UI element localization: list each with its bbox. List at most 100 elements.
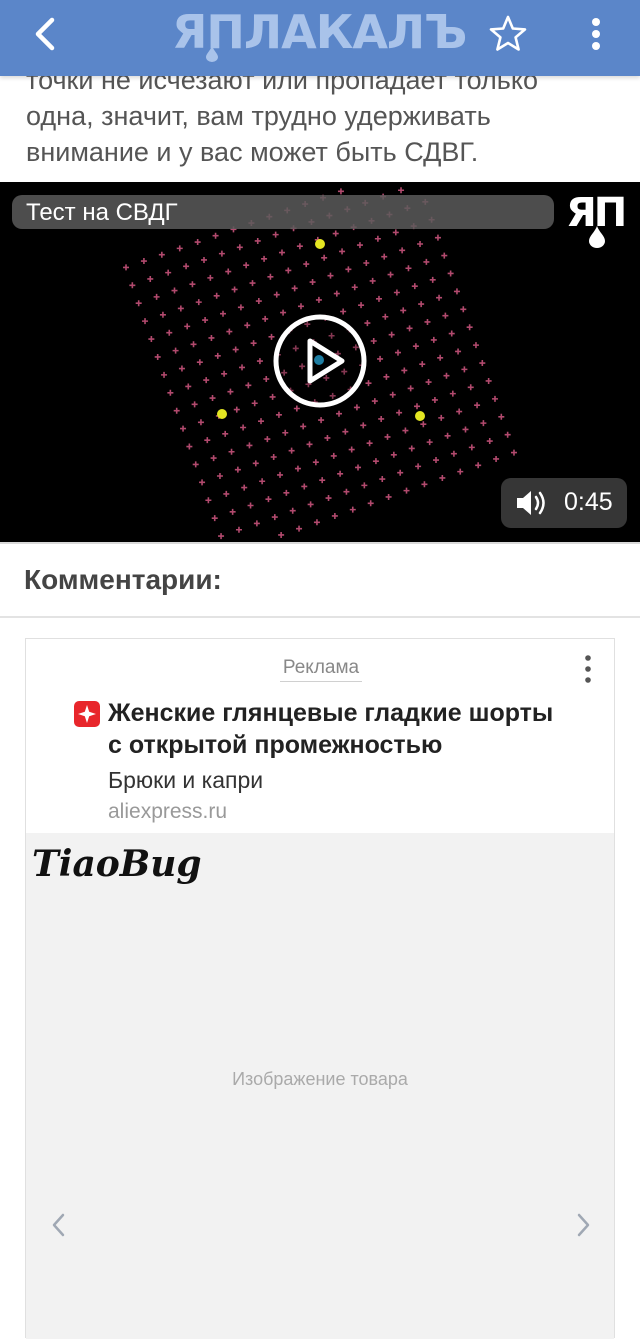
- grid-cross: [300, 423, 307, 430]
- grid-cross: [361, 482, 368, 489]
- grid-cross: [213, 292, 220, 299]
- grid-cross: [254, 237, 261, 244]
- grid-cross: [252, 460, 259, 467]
- grid-cross: [184, 323, 191, 330]
- video-player[interactable]: Тест на СВДГ ЯП 0:45: [0, 182, 640, 542]
- grid-cross: [240, 424, 247, 431]
- grid-cross: [247, 502, 254, 509]
- grid-cross: [447, 270, 454, 277]
- grid-cross: [397, 469, 404, 476]
- grid-cross: [460, 306, 467, 313]
- ad-domain[interactable]: aliexpress.ru: [108, 800, 227, 824]
- grid-cross: [190, 341, 197, 348]
- grid-cross: [472, 342, 479, 349]
- grid-cross: [253, 520, 260, 527]
- grid-cross: [375, 295, 382, 302]
- grid-cross: [244, 322, 251, 329]
- grid-cross: [389, 391, 396, 398]
- ad-image[interactable]: TiaoBug Изображение товара: [26, 833, 614, 1339]
- grid-cross: [218, 533, 225, 540]
- grid-cross: [318, 417, 325, 424]
- target-dot: [415, 411, 425, 421]
- grid-cross: [415, 463, 422, 470]
- grid-cross: [166, 329, 173, 336]
- chevron-left-icon[interactable]: [48, 1211, 70, 1239]
- grid-cross: [412, 343, 419, 350]
- ad-title[interactable]: Женские глянцевые гладкие шорты с открыт…: [108, 697, 598, 761]
- divider: [0, 616, 640, 618]
- grid-cross: [437, 354, 444, 361]
- ad-label: Реклама: [282, 657, 360, 678]
- grid-cross: [203, 377, 210, 384]
- grid-cross: [383, 373, 390, 380]
- grid-cross: [306, 441, 313, 448]
- grid-cross: [273, 291, 280, 298]
- grid-cross: [417, 240, 424, 247]
- grid-cross: [176, 245, 183, 252]
- grid-cross: [336, 410, 343, 417]
- grid-cross: [243, 262, 250, 269]
- grid-cross: [202, 317, 209, 324]
- grid-cross: [171, 287, 178, 294]
- grid-cross: [369, 277, 376, 284]
- grid-cross: [475, 462, 482, 469]
- grid-cross: [396, 409, 403, 416]
- grid-cross: [235, 526, 242, 533]
- grid-cross: [142, 318, 149, 325]
- grid-cross: [377, 355, 384, 362]
- grid-cross: [277, 471, 284, 478]
- grid-cross: [165, 269, 172, 276]
- grid-cross: [444, 432, 451, 439]
- grid-cross: [185, 383, 192, 390]
- grid-cross: [332, 230, 339, 237]
- grid-cross: [355, 464, 362, 471]
- grid-cross: [123, 264, 130, 271]
- grid-cross: [443, 372, 450, 379]
- grid-cross: [186, 443, 193, 450]
- grid-cross: [436, 294, 443, 301]
- grid-cross: [315, 296, 322, 303]
- favorite-button[interactable]: [486, 12, 530, 56]
- ad-category: Брюки и капри: [108, 767, 264, 793]
- grid-cross: [468, 444, 475, 451]
- grid-cross: [390, 451, 397, 458]
- grid-cross: [438, 414, 445, 421]
- volume-icon[interactable]: [515, 489, 549, 517]
- grid-cross: [510, 449, 517, 456]
- grid-cross: [407, 385, 414, 392]
- more-options-button[interactable]: [580, 10, 612, 58]
- grid-cross: [282, 429, 289, 436]
- grid-cross: [288, 447, 295, 454]
- grid-cross: [264, 436, 271, 443]
- grid-cross: [301, 483, 308, 490]
- ad-menu-button[interactable]: [580, 653, 596, 685]
- grid-cross: [348, 446, 355, 453]
- grid-cross: [331, 512, 338, 519]
- grid-cross: [211, 515, 218, 522]
- grid-cross: [221, 370, 228, 377]
- grid-cross: [419, 361, 426, 368]
- back-button[interactable]: [22, 10, 70, 58]
- grid-cross: [209, 395, 216, 402]
- video-duration: 0:45: [564, 488, 613, 516]
- article-line: внимание и у вас может быть СДВГ.: [26, 137, 479, 167]
- grid-cross: [467, 384, 474, 391]
- chevron-right-icon[interactable]: [572, 1211, 594, 1239]
- play-icon[interactable]: [272, 313, 368, 409]
- grid-cross: [183, 263, 190, 270]
- grid-cross: [167, 389, 174, 396]
- grid-cross: [327, 272, 334, 279]
- grid-cross: [258, 418, 265, 425]
- grid-cross: [313, 519, 320, 526]
- grid-cross: [251, 400, 258, 407]
- ad-card[interactable]: Реклама Женские глянцевые гладкие шорты …: [25, 638, 615, 1339]
- grid-cross: [229, 508, 236, 515]
- grid-cross: [351, 284, 358, 291]
- grid-cross: [294, 465, 301, 472]
- grid-cross: [413, 403, 420, 410]
- grid-cross: [392, 229, 399, 236]
- grid-cross: [349, 506, 356, 513]
- grid-cross: [374, 235, 381, 242]
- grid-cross: [430, 336, 437, 343]
- grid-cross: [442, 312, 449, 319]
